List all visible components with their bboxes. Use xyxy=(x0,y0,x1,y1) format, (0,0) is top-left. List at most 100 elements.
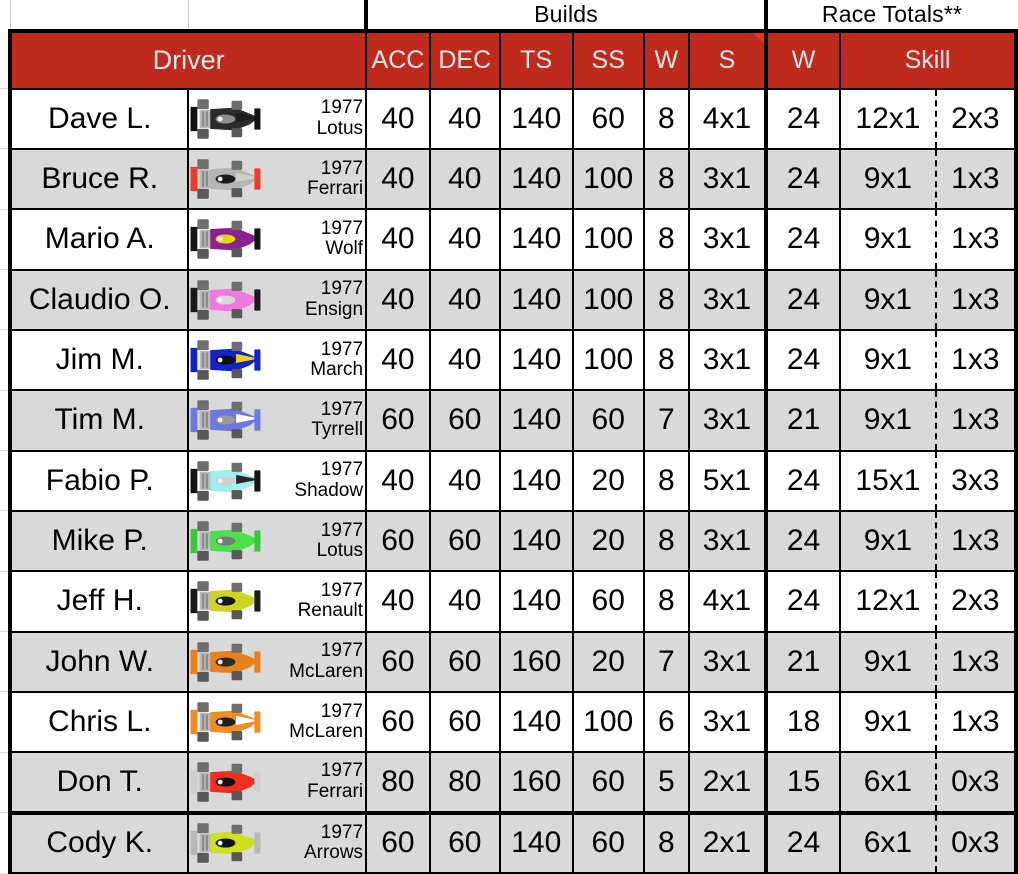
race-skill-b-cell[interactable]: 1x3 xyxy=(935,328,1018,392)
car-cell[interactable]: 1977 McLaren xyxy=(187,630,368,693)
driver-name-cell[interactable]: Mike P. xyxy=(8,509,190,573)
build-acc-cell[interactable]: 60 xyxy=(365,690,431,754)
build-w-cell[interactable]: 7 xyxy=(642,389,690,452)
race-skill-a-cell[interactable]: 15x1 xyxy=(839,449,937,512)
race-total-w-cell[interactable]: 21 xyxy=(765,389,842,452)
build-dec-cell[interactable]: 40 xyxy=(428,328,501,392)
build-s-cell[interactable]: 5x1 xyxy=(687,449,769,512)
race-skill-a-cell[interactable]: 9x1 xyxy=(839,268,937,331)
build-dec-cell[interactable]: 80 xyxy=(428,751,501,815)
race-skill-b-cell[interactable]: 1x3 xyxy=(935,630,1018,693)
race-skill-a-cell[interactable]: 9x1 xyxy=(839,690,937,754)
driver-name-cell[interactable]: Fabio P. xyxy=(8,449,190,512)
build-w-cell[interactable]: 8 xyxy=(642,570,690,633)
build-dec-cell[interactable]: 60 xyxy=(428,389,501,452)
race-skill-a-cell[interactable]: 12x1 xyxy=(839,87,937,150)
driver-name-cell[interactable]: Bruce R. xyxy=(8,147,190,211)
race-skill-b-cell[interactable]: 1x3 xyxy=(935,147,1018,211)
build-w-cell[interactable]: 8 xyxy=(642,811,690,874)
race-total-w-cell[interactable]: 15 xyxy=(765,751,842,815)
build-acc-cell[interactable]: 40 xyxy=(365,268,431,331)
build-ss-cell[interactable]: 20 xyxy=(571,630,645,693)
race-skill-b-cell[interactable]: 1x3 xyxy=(935,509,1018,573)
build-dec-cell[interactable]: 40 xyxy=(428,208,501,271)
build-s-cell[interactable]: 4x1 xyxy=(687,87,769,150)
car-cell[interactable]: 1977 March xyxy=(187,328,368,392)
race-total-w-cell[interactable]: 24 xyxy=(765,268,842,331)
build-ts-cell[interactable]: 140 xyxy=(498,87,574,150)
driver-name-cell[interactable]: Claudio O. xyxy=(8,268,190,331)
build-s-cell[interactable]: 3x1 xyxy=(687,389,769,452)
build-dec-cell[interactable]: 60 xyxy=(428,509,501,573)
build-ts-cell[interactable]: 160 xyxy=(498,630,574,693)
driver-name-cell[interactable]: Tim M. xyxy=(8,389,190,452)
car-cell[interactable]: 1977 Tyrrell xyxy=(187,389,368,452)
build-ss-cell[interactable]: 100 xyxy=(571,328,645,392)
car-cell[interactable]: 1977 Ferrari xyxy=(187,751,368,815)
build-ts-cell[interactable]: 140 xyxy=(498,268,574,331)
column-header-ts[interactable]: TS xyxy=(498,30,574,90)
build-acc-cell[interactable]: 40 xyxy=(365,449,431,512)
build-s-cell[interactable]: 2x1 xyxy=(687,751,769,815)
build-ts-cell[interactable]: 140 xyxy=(498,570,574,633)
car-cell[interactable]: 1977 Wolf xyxy=(187,208,368,271)
build-ts-cell[interactable]: 140 xyxy=(498,811,574,874)
build-w-cell[interactable]: 8 xyxy=(642,208,690,271)
car-cell[interactable]: 1977 Ferrari xyxy=(187,147,368,211)
build-w-cell[interactable]: 8 xyxy=(642,509,690,573)
driver-name-cell[interactable]: Jim M. xyxy=(8,328,190,392)
driver-name-cell[interactable]: Cody K. xyxy=(8,811,190,874)
build-ss-cell[interactable]: 100 xyxy=(571,268,645,331)
build-w-cell[interactable]: 7 xyxy=(642,630,690,693)
build-acc-cell[interactable]: 60 xyxy=(365,630,431,693)
column-header-w[interactable]: W xyxy=(642,30,690,90)
car-cell[interactable]: 1977 Ensign xyxy=(187,268,368,331)
build-acc-cell[interactable]: 80 xyxy=(365,751,431,815)
car-cell[interactable]: 1977 Lotus xyxy=(187,87,368,150)
build-acc-cell[interactable]: 40 xyxy=(365,328,431,392)
build-s-cell[interactable]: 2x1 xyxy=(687,811,769,874)
race-skill-a-cell[interactable]: 6x1 xyxy=(839,811,937,874)
build-s-cell[interactable]: 3x1 xyxy=(687,147,769,211)
race-skill-a-cell[interactable]: 9x1 xyxy=(839,208,937,271)
race-skill-a-cell[interactable]: 9x1 xyxy=(839,328,937,392)
race-skill-b-cell[interactable]: 1x3 xyxy=(935,389,1018,452)
build-dec-cell[interactable]: 60 xyxy=(428,630,501,693)
race-skill-a-cell[interactable]: 12x1 xyxy=(839,570,937,633)
build-w-cell[interactable]: 8 xyxy=(642,87,690,150)
build-dec-cell[interactable]: 40 xyxy=(428,268,501,331)
race-skill-b-cell[interactable]: 3x3 xyxy=(935,449,1018,512)
race-total-w-cell[interactable]: 24 xyxy=(765,811,842,874)
build-ss-cell[interactable]: 60 xyxy=(571,751,645,815)
build-ts-cell[interactable]: 140 xyxy=(498,328,574,392)
race-skill-b-cell[interactable]: 2x3 xyxy=(935,570,1018,633)
build-s-cell[interactable]: 3x1 xyxy=(687,690,769,754)
build-s-cell[interactable]: 3x1 xyxy=(687,630,769,693)
race-skill-b-cell[interactable]: 1x3 xyxy=(935,208,1018,271)
race-skill-b-cell[interactable]: 0x3 xyxy=(935,751,1018,815)
car-cell[interactable]: 1977 Renault xyxy=(187,570,368,633)
car-cell[interactable]: 1977 McLaren xyxy=(187,690,368,754)
race-total-w-cell[interactable]: 24 xyxy=(765,328,842,392)
build-acc-cell[interactable]: 40 xyxy=(365,570,431,633)
build-ss-cell[interactable]: 100 xyxy=(571,147,645,211)
race-total-w-cell[interactable]: 24 xyxy=(765,449,842,512)
driver-name-cell[interactable]: Don T. xyxy=(8,751,190,815)
race-total-w-cell[interactable]: 24 xyxy=(765,570,842,633)
build-acc-cell[interactable]: 60 xyxy=(365,509,431,573)
build-dec-cell[interactable]: 60 xyxy=(428,811,501,874)
race-total-w-cell[interactable]: 21 xyxy=(765,630,842,693)
race-total-w-cell[interactable]: 18 xyxy=(765,690,842,754)
build-w-cell[interactable]: 8 xyxy=(642,449,690,512)
build-ss-cell[interactable]: 20 xyxy=(571,449,645,512)
race-skill-a-cell[interactable]: 9x1 xyxy=(839,147,937,211)
build-acc-cell[interactable]: 40 xyxy=(365,87,431,150)
build-ss-cell[interactable]: 20 xyxy=(571,509,645,573)
race-total-w-cell[interactable]: 24 xyxy=(765,509,842,573)
build-dec-cell[interactable]: 60 xyxy=(428,690,501,754)
build-dec-cell[interactable]: 40 xyxy=(428,87,501,150)
column-header-driver[interactable]: Driver xyxy=(8,29,368,90)
column-header-race-totals-w[interactable]: W xyxy=(765,30,842,90)
column-header-ss[interactable]: SS xyxy=(571,30,645,90)
build-ts-cell[interactable]: 140 xyxy=(498,147,574,211)
